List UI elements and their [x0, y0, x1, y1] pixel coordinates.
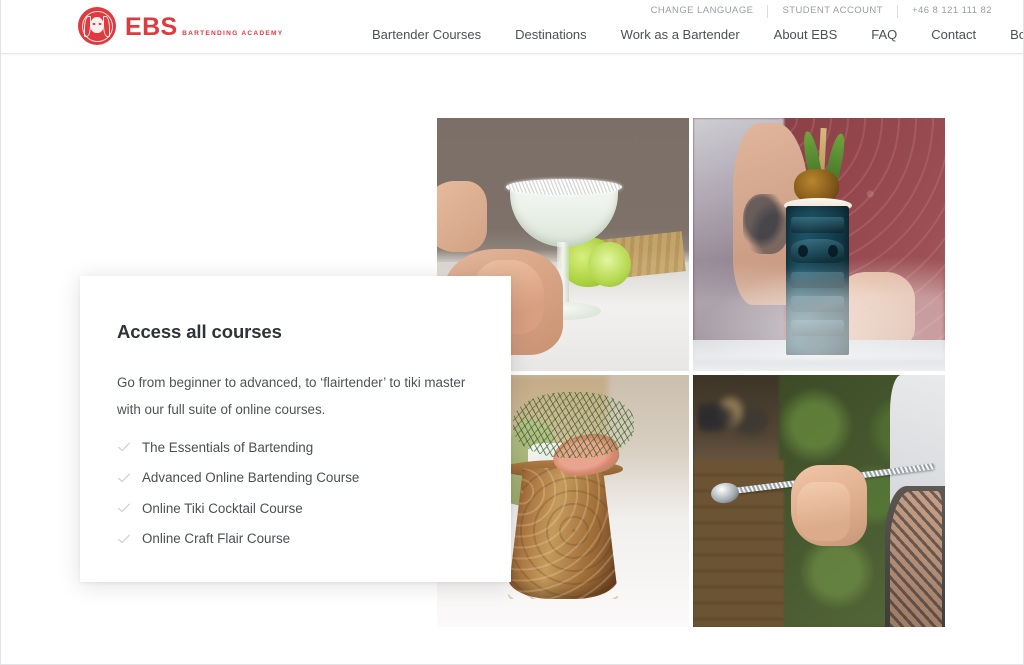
change-language-link[interactable]: CHANGE LANGUAGE [637, 4, 768, 18]
student-account-link[interactable]: STUDENT ACCOUNT [768, 4, 897, 18]
course-list-item-craft-flair[interactable]: Online Craft Flair Course [117, 524, 473, 555]
photo-bar-spoon [693, 374, 945, 627]
phone-number-link[interactable]: +46 8 121 111 82 [898, 4, 1006, 18]
brand-logo[interactable]: EBS BARTENDING ACADEMY [78, 7, 283, 45]
card-title: Access all courses [117, 321, 282, 342]
cocktail-photo-grid [437, 118, 945, 627]
main-navigation: Bartender Courses Destinations Work as a… [355, 23, 1024, 47]
site-header: CHANGE LANGUAGE STUDENT ACCOUNT +46 8 12… [0, 0, 1024, 54]
course-list-item-tiki-cocktail[interactable]: Online Tiki Cocktail Course [117, 493, 473, 524]
nav-item-work-as-a-bartender[interactable]: Work as a Bartender [604, 23, 757, 47]
nav-item-about-ebs[interactable]: About EBS [757, 23, 855, 47]
access-all-courses-card: Access all courses Go from beginner to a… [80, 276, 511, 582]
course-label: The Essentials of Bartending [142, 439, 314, 455]
course-label: Online Craft Flair Course [142, 531, 291, 547]
brand-tagline: BARTENDING ACADEMY [182, 29, 284, 37]
card-description: Go from beginner to advanced, to ‘flairt… [117, 375, 466, 417]
nav-item-contact[interactable]: Contact [914, 23, 993, 47]
check-icon [118, 503, 130, 513]
course-label: Online Tiki Cocktail Course [142, 500, 303, 516]
nav-item-faq[interactable]: FAQ [854, 23, 914, 47]
course-list-item-advanced-online[interactable]: Advanced Online Bartending Course [117, 463, 473, 494]
hero-section: Access all courses Go from beginner to a… [0, 54, 1024, 665]
nav-item-bartender-courses[interactable]: Bartender Courses [355, 23, 498, 47]
ebs-crest-icon [78, 7, 116, 45]
check-icon [118, 473, 130, 482]
check-icon [118, 442, 130, 452]
check-icon [118, 534, 130, 543]
course-list-item-essentials[interactable]: The Essentials of Bartending [117, 432, 473, 463]
nav-item-destinations[interactable]: Destinations [498, 23, 604, 47]
course-list: The Essentials of Bartending Advanced On… [117, 432, 473, 554]
course-label: Advanced Online Bartending Course [142, 470, 360, 486]
brand-name: EBS [125, 12, 178, 41]
utility-bar: CHANGE LANGUAGE STUDENT ACCOUNT +46 8 12… [637, 4, 1006, 18]
nav-item-book-now[interactable]: Book now [993, 23, 1024, 47]
photo-tiki-mug [693, 118, 945, 371]
